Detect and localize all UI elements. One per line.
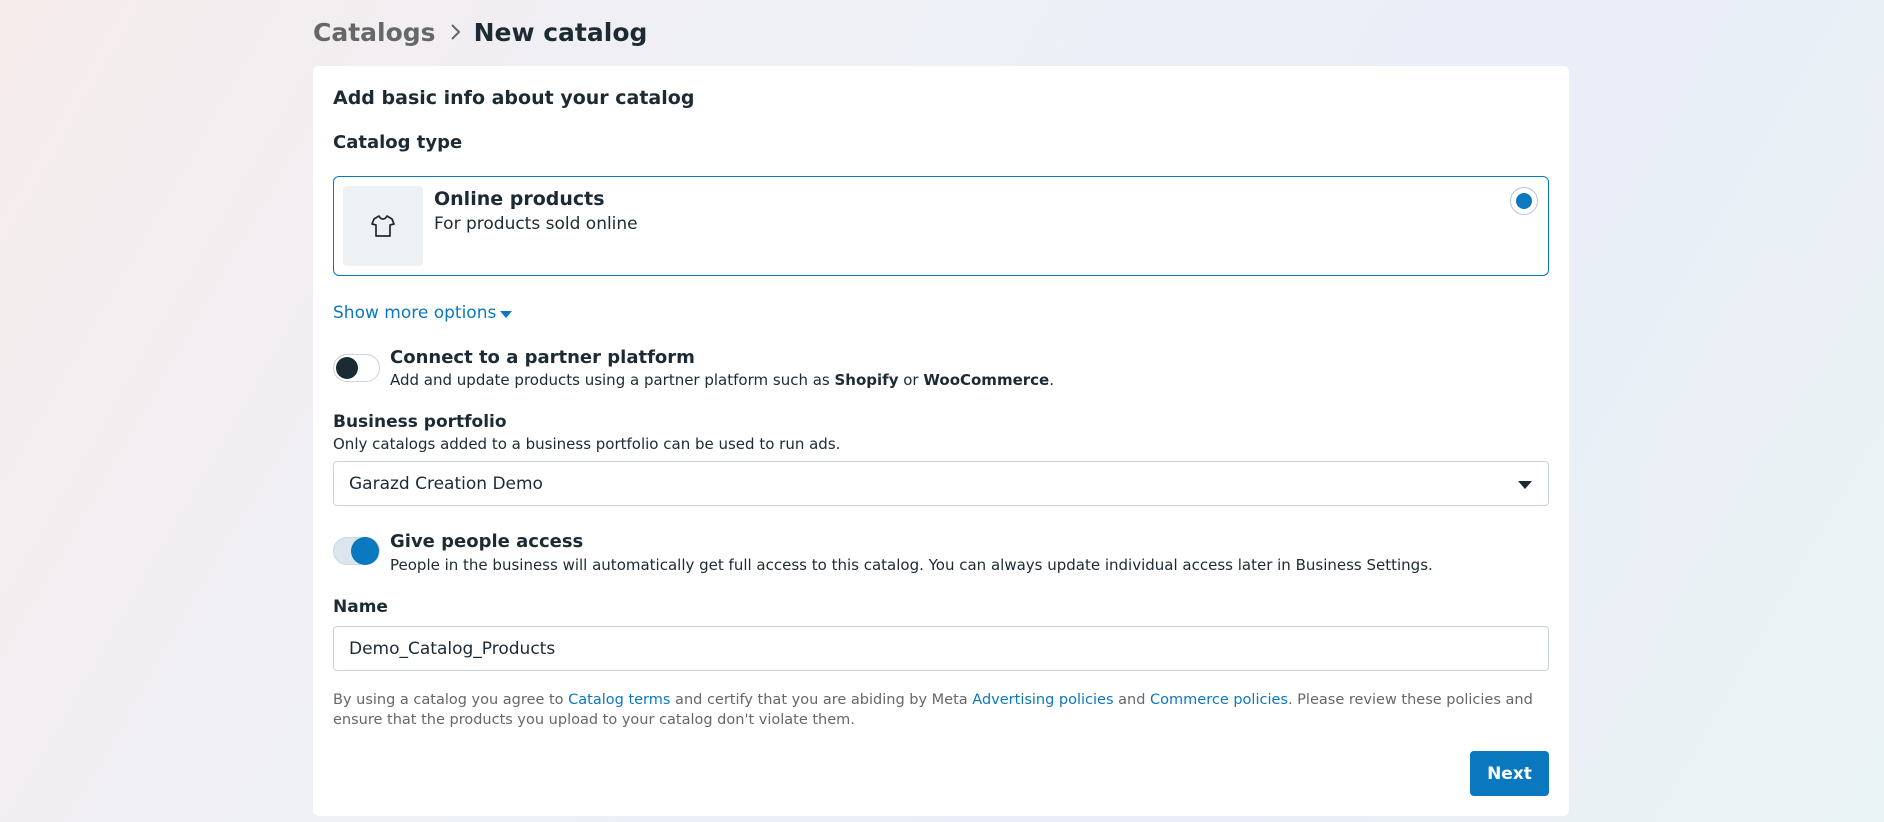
give-access-title: Give people access [390,531,584,552]
partner-platform-title: Connect to a partner platform [390,347,695,368]
advertising-policies-link[interactable]: Advertising policies [972,692,1113,708]
catalog-type-radio[interactable] [1510,187,1538,215]
catalog-type-label: Catalog type [333,132,463,153]
toggle-knob [336,357,358,379]
give-access-toggle[interactable] [333,537,380,565]
breadcrumb: Catalogs New catalog [313,14,647,50]
shopify-label: Shopify [834,371,899,389]
catalog-form-card: Add basic info about your catalog Catalo… [313,66,1569,816]
business-portfolio-select[interactable]: Garazd Creation Demo [333,461,1549,506]
form-title: Add basic info about your catalog [333,87,695,109]
show-more-label: Show more options [333,303,497,323]
tshirt-icon [343,186,423,266]
catalog-name-input[interactable] [333,626,1549,671]
toggle-knob [351,537,379,565]
terms-text: By using a catalog you agree to Catalog … [333,692,1533,728]
breadcrumb-catalogs-link[interactable]: Catalogs [313,18,436,47]
woocommerce-label: WooCommerce [923,371,1050,389]
catalog-type-online-products-option[interactable]: Online products For products sold online [333,176,1549,276]
partner-platform-toggle[interactable] [333,354,380,382]
business-portfolio-label: Business portfolio [333,412,507,432]
catalog-terms-link[interactable]: Catalog terms [568,692,670,708]
radio-selected-dot [1516,193,1532,209]
name-label: Name [333,597,388,617]
caret-down-icon [1518,481,1532,489]
chevron-right-icon [450,23,462,41]
show-more-options-link[interactable]: Show more options [333,303,513,323]
business-portfolio-value: Garazd Creation Demo [349,473,543,494]
page-title: New catalog [473,17,648,47]
business-portfolio-helper: Only catalogs added to a business portfo… [333,435,841,453]
catalog-type-title: Online products [434,188,605,210]
next-button[interactable]: Next [1470,751,1549,796]
commerce-policies-link[interactable]: Commerce policies [1150,692,1288,708]
caret-down-icon [500,310,513,318]
give-access-description: People in the business will automaticall… [390,556,1433,574]
partner-platform-description: Add and update products using a partner … [390,371,1054,389]
catalog-type-subtitle: For products sold online [434,214,638,234]
